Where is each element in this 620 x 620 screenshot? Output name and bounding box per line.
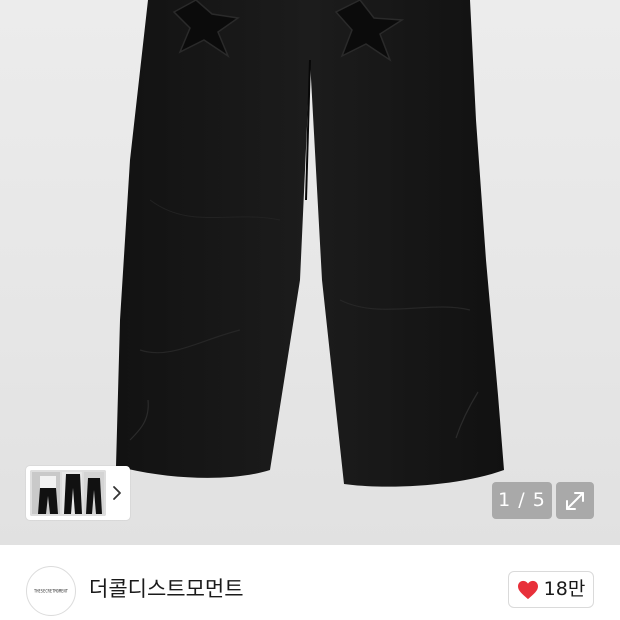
expand-button[interactable]: [556, 482, 594, 519]
shop-avatar[interactable]: THESECRETMOMENT: [26, 566, 76, 616]
like-button[interactable]: 18만: [508, 571, 594, 608]
like-count: 18만: [543, 578, 586, 600]
chevron-right-icon[interactable]: [110, 481, 124, 505]
product-image: [116, 0, 504, 487]
thumbnail-strip[interactable]: [26, 466, 130, 520]
heart-icon: [517, 580, 538, 599]
shop-name[interactable]: 더콜디스트모먼트: [89, 574, 244, 604]
thumbnail-image[interactable]: [30, 470, 106, 516]
expand-arrows-icon: [566, 491, 584, 510]
product-image-gallery[interactable]: 1 / 5: [0, 0, 620, 545]
image-counter: 1 / 5: [492, 482, 552, 519]
shop-logo-text: THESECRETMOMENT: [34, 588, 68, 594]
